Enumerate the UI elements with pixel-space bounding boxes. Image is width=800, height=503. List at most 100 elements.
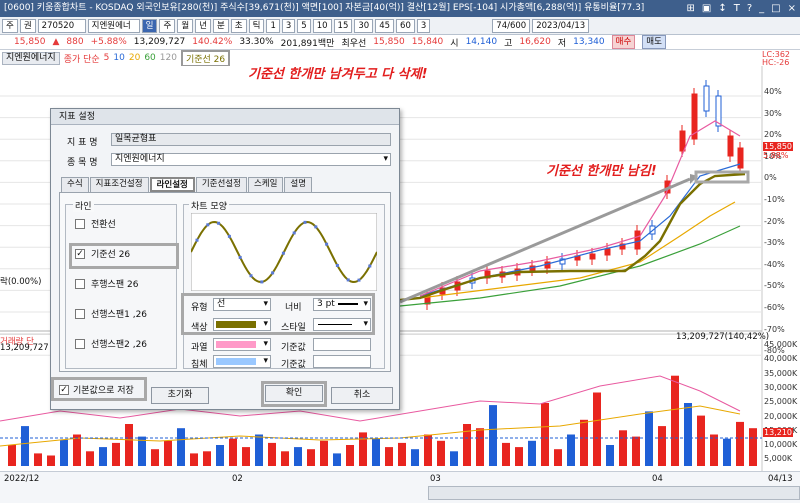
tab-condition[interactable]: 지표조건설정	[89, 177, 149, 192]
period-second-button[interactable]: 초	[230, 18, 247, 33]
volume-bar	[476, 428, 484, 466]
interval-input[interactable]: 3	[416, 18, 431, 33]
interval-60-button[interactable]: 60	[396, 18, 415, 33]
line-item[interactable]: 선행스팬1 ,26	[75, 307, 147, 320]
price-tag: 15,850	[763, 142, 793, 151]
save-default-checkbox[interactable]: ✓ 기본값으로 저장	[59, 383, 134, 396]
volume-bar	[502, 442, 510, 466]
period-tick-button[interactable]: 틱	[248, 18, 265, 33]
type-label: 유형	[191, 303, 208, 313]
resize-icon[interactable]: ↕	[718, 0, 726, 17]
text-icon[interactable]: T	[734, 0, 740, 17]
candle	[679, 130, 686, 152]
period-month-button[interactable]: 월	[177, 18, 194, 33]
buy-button[interactable]: 매수	[611, 35, 636, 49]
line-item[interactable]: 전환선	[75, 217, 116, 230]
chart-scrollbar[interactable]	[428, 486, 800, 500]
tab-line-settings[interactable]: 라인설정	[149, 177, 195, 192]
minimize-icon[interactable]: _	[759, 0, 764, 17]
help-icon[interactable]: ?	[747, 0, 752, 17]
color-select[interactable]: ▾	[213, 318, 271, 331]
chevron-down-icon: ▾	[263, 319, 268, 329]
maximize-icon[interactable]: □	[771, 0, 780, 17]
tab-formula[interactable]: 수식	[61, 177, 89, 192]
volume-bar	[749, 428, 757, 466]
style-select[interactable]: ▾	[313, 318, 371, 331]
volume-bar	[151, 449, 159, 466]
stock-select[interactable]: 지엔원에너지 ▾	[111, 153, 391, 166]
interval-10-button[interactable]: 10	[312, 18, 332, 33]
checkbox-icon[interactable]	[75, 338, 85, 349]
ask-value: 15,850	[373, 37, 405, 47]
ma-120[interactable]: 120	[160, 53, 177, 63]
sell-button[interactable]: 매도	[642, 35, 666, 49]
interval-30-button[interactable]: 30	[354, 18, 374, 33]
close-icon[interactable]: ×	[788, 0, 796, 17]
line-item[interactable]: 선행스팬2 ,26	[75, 337, 147, 350]
ref2-input[interactable]	[313, 355, 371, 368]
price-axis-tick: -40%	[764, 259, 785, 269]
base-line-label[interactable]: 기준선 26	[180, 49, 231, 67]
price-axis-tick: -20%	[764, 216, 785, 226]
ma-10[interactable]: 10	[113, 53, 124, 63]
ok-button[interactable]: 확인	[265, 385, 323, 402]
volume-percent: 140.42%	[192, 37, 233, 47]
price-axis-tick: 20%	[764, 130, 782, 140]
reset-button[interactable]: 초기화	[151, 387, 209, 404]
interval-3-button[interactable]: 3	[281, 18, 296, 33]
volume-bar	[229, 438, 237, 466]
cancel-button[interactable]: 취소	[331, 387, 393, 404]
tab-description[interactable]: 설명	[284, 177, 313, 192]
interval-45-button[interactable]: 45	[375, 18, 395, 33]
period-week-button[interactable]: 주	[159, 18, 176, 33]
chart-stock-name[interactable]: 지엔원에너지	[2, 51, 60, 65]
period-year-button[interactable]: 년	[195, 18, 211, 33]
window-controls: ⊞ ▣ ↕ T ? _ □ ×	[687, 0, 797, 17]
type-select-value: 선	[217, 299, 226, 309]
tab-scale[interactable]: 스케일	[247, 177, 284, 192]
ma-60[interactable]: 60	[144, 53, 155, 63]
layout-icon[interactable]: ⊞	[687, 0, 695, 17]
volume-bar	[190, 453, 198, 466]
range-field[interactable]: 74/600	[492, 18, 531, 33]
volume-bar	[554, 449, 562, 466]
candle	[604, 248, 611, 256]
checkbox-icon[interactable]	[75, 218, 85, 229]
tab-baseline[interactable]: 기준선설정	[195, 177, 247, 192]
width-select-value: 3 pt	[317, 299, 335, 309]
period-minute-button[interactable]: 분	[212, 18, 229, 33]
left-reference-label: 락(0.00%)	[0, 277, 42, 287]
stock-code-input[interactable]: 270520	[37, 18, 86, 33]
ma-label[interactable]: 종가 단순	[64, 52, 100, 65]
checkbox-icon[interactable]	[75, 308, 85, 319]
line-item[interactable]: 후행스팬 26	[75, 277, 138, 290]
volume-bar	[268, 442, 276, 466]
indicator-field[interactable]: 일목균형표	[111, 133, 391, 146]
window-icon[interactable]: ▣	[702, 0, 711, 17]
date-field[interactable]: 2023/04/13	[532, 18, 590, 33]
interval-5-button[interactable]: 5	[297, 18, 311, 33]
overbought-color-select[interactable]: ▾	[213, 338, 271, 351]
chevron-down-icon: ▾	[263, 339, 268, 349]
volume-bar	[8, 445, 16, 466]
amount-value: 201,891백만	[280, 38, 335, 49]
volume-axis-tick: 10,000K	[764, 440, 798, 450]
ma-20[interactable]: 20	[129, 53, 140, 63]
market-select[interactable]: 권	[19, 18, 36, 33]
width-select[interactable]: 3 pt ▾	[313, 298, 371, 311]
volume-bar	[281, 451, 289, 466]
checkbox-icon[interactable]	[75, 278, 85, 289]
interval-1-button[interactable]: 1	[266, 18, 280, 33]
interval-15-button[interactable]: 15	[333, 18, 353, 33]
stock-label: 종 목 명	[67, 158, 98, 168]
volume-value-left: 13,209,727	[0, 343, 49, 353]
stock-name-field[interactable]: 지엔원에너	[87, 18, 140, 33]
volume-bar	[593, 392, 601, 466]
oversold-color-select[interactable]: ▾	[213, 355, 271, 368]
type-select[interactable]: 주	[2, 18, 18, 33]
ref1-input[interactable]	[313, 338, 371, 351]
period-day-button[interactable]: 일	[141, 18, 158, 33]
shape-preview	[191, 213, 377, 291]
type-select[interactable]: 선 ▾	[213, 298, 271, 311]
ma-5[interactable]: 5	[104, 53, 110, 63]
